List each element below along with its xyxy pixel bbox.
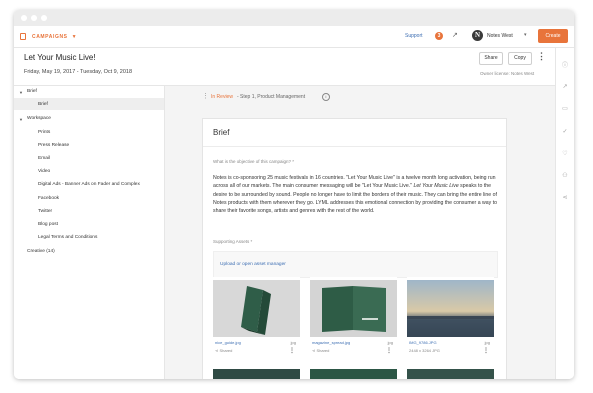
asset-type: jpg [484,340,490,345]
main-content: ⋮ In Review - Step 1, Product Management… [165,85,555,379]
drag-handle-icon[interactable]: ⋮ [202,92,209,100]
sidebar-item-creative[interactable]: Creative (14) [27,249,55,254]
sidebar-item-brief-section[interactable]: Brief [27,89,37,94]
window-close-dot[interactable] [21,15,27,21]
avatar[interactable]: N [472,30,483,41]
asset-thumbnail[interactable] [407,369,494,379]
info-icon[interactable]: i [322,93,330,101]
sidebar-item-legal-terms[interactable]: Legal Terms and Conditions [38,235,97,240]
chevron-down-icon: ▼ [71,33,77,40]
asset-menu-icon[interactable]: ⋮ [483,347,489,354]
check-circle-icon[interactable]: ✓ [561,128,569,136]
expand-arrow-icon[interactable]: ▼ [19,117,23,122]
activity-trend-icon[interactable]: ↗ [452,31,458,39]
notification-badge[interactable]: 3 [435,32,443,40]
supporting-assets-label: Supporting Assets * [213,239,253,244]
share-icon[interactable]: ⋖ [561,194,569,202]
window-titlebar [14,10,574,26]
app-window: CAMPAIGNS ▼ Support 3 ↗ N Notes West ▾ C… [14,10,574,379]
book-image-icon [241,286,271,335]
brief-card: Brief What is the objective of this camp… [202,118,507,379]
share-button[interactable]: Share [479,52,503,65]
owner-license: Owner license: Notes West [480,71,535,76]
comment-icon[interactable]: ▭ [561,105,569,113]
window-maximize-dot[interactable] [41,15,47,21]
user-menu-chevron-icon[interactable]: ▾ [524,32,527,38]
heart-icon[interactable]: ♡ [561,150,569,158]
top-navigation-bar: CAMPAIGNS ▼ Support 3 ↗ N Notes West ▾ C… [14,26,574,48]
objective-answer-italic: Let Your Music Live [413,183,459,190]
right-tool-rail: ⓘ ↗ ▭ ✓ ♡ ⚇ ⋖ [555,48,574,379]
asset-thumbnail[interactable] [213,280,300,337]
page-title: Let Your Music Live! [24,53,96,62]
landscape-image-icon [407,316,494,337]
asset-shared-status: ⋖ Shared [215,348,232,353]
sidebar-item-video[interactable]: Video [38,169,50,174]
campaign-header: Let Your Music Live! Friday, May 19, 201… [14,48,555,84]
asset-card-photo[interactable]: IMG_9786.JPG jpg 2448 x 3264 JPG ⋮ [407,277,494,359]
copy-button[interactable]: Copy [508,52,532,65]
info-circle-icon[interactable]: ⓘ [561,62,569,70]
asset-name[interactable]: nice_guide.jpg [215,340,241,345]
sidebar-item-twitter[interactable]: Twitter [38,209,52,214]
upload-link[interactable]: Upload or open asset manager [220,262,286,267]
section-switcher[interactable]: CAMPAIGNS ▼ [20,32,77,41]
asset-name[interactable]: IMG_9786.JPG [409,340,437,345]
asset-card-guide[interactable]: nice_guide.jpg jpg ⋖ Shared ⋮ [213,277,300,359]
magazine-image-icon [322,286,386,332]
campaign-sidebar: ▼ Brief Brief ▼ Workspace Prints Press R… [14,85,165,379]
sidebar-item-brief[interactable]: Brief [38,102,48,107]
team-icon[interactable]: ⚇ [561,172,569,180]
more-options-icon[interactable]: ⋮ [537,51,546,62]
support-link[interactable]: Support [405,33,423,39]
sidebar-item-facebook[interactable]: Facebook [38,196,59,201]
sidebar-item-prints[interactable]: Prints [38,130,50,135]
expand-arrow-icon[interactable]: ▼ [19,90,23,95]
campaign-icon [20,33,26,40]
objective-answer[interactable]: Notes is co-sponsoring 25 music festival… [213,174,498,215]
breadcrumb-step: - Step 1, Product Management [237,94,306,100]
divider [203,146,506,147]
status-badge: In Review [211,94,233,100]
brief-title: Brief [213,128,230,137]
asset-shared-status: ⋖ Shared [312,348,329,353]
breadcrumb: ⋮ In Review - Step 1, Product Management… [165,86,555,108]
upload-area[interactable]: Upload or open asset manager [213,251,498,278]
user-name[interactable]: Notes West [487,33,513,39]
asset-type: jpg [387,340,393,345]
asset-dimensions: 2448 x 3264 JPG [409,348,440,353]
sidebar-item-blog-post[interactable]: Blog post [38,222,58,227]
campaign-dates: Friday, May 19, 2017 - Tuesday, Oct 9, 2… [24,69,133,75]
asset-menu-icon[interactable]: ⋮ [386,347,392,354]
asset-menu-icon[interactable]: ⋮ [289,347,295,354]
asset-name[interactable]: magazine_spread.jpg [312,340,350,345]
objective-question-label: What is the objective of this campaign? … [213,159,295,164]
sidebar-item-email[interactable]: Email [38,156,50,161]
asset-shared-label: Shared [219,348,233,353]
sidebar-selected-row[interactable] [14,98,164,110]
section-label: CAMPAIGNS [32,33,68,40]
asset-shared-label: Shared [316,348,330,353]
sidebar-item-digital-ads[interactable]: Digital Ads - Banner Ads on Fader and Co… [38,182,140,187]
sidebar-item-workspace[interactable]: Workspace [27,116,51,121]
create-button[interactable]: Create [538,29,568,43]
asset-type: jpg [290,340,296,345]
asset-thumbnail[interactable] [310,280,397,337]
asset-thumbnail[interactable] [407,280,494,337]
window-minimize-dot[interactable] [31,15,37,21]
asset-thumbnail[interactable] [213,369,300,379]
activity-icon[interactable]: ↗ [561,83,569,91]
asset-card-magazine[interactable]: magazine_spread.jpg jpg ⋖ Shared ⋮ [310,277,397,359]
sidebar-item-press-release[interactable]: Press Release [38,143,69,148]
asset-thumbnail[interactable] [310,369,397,379]
